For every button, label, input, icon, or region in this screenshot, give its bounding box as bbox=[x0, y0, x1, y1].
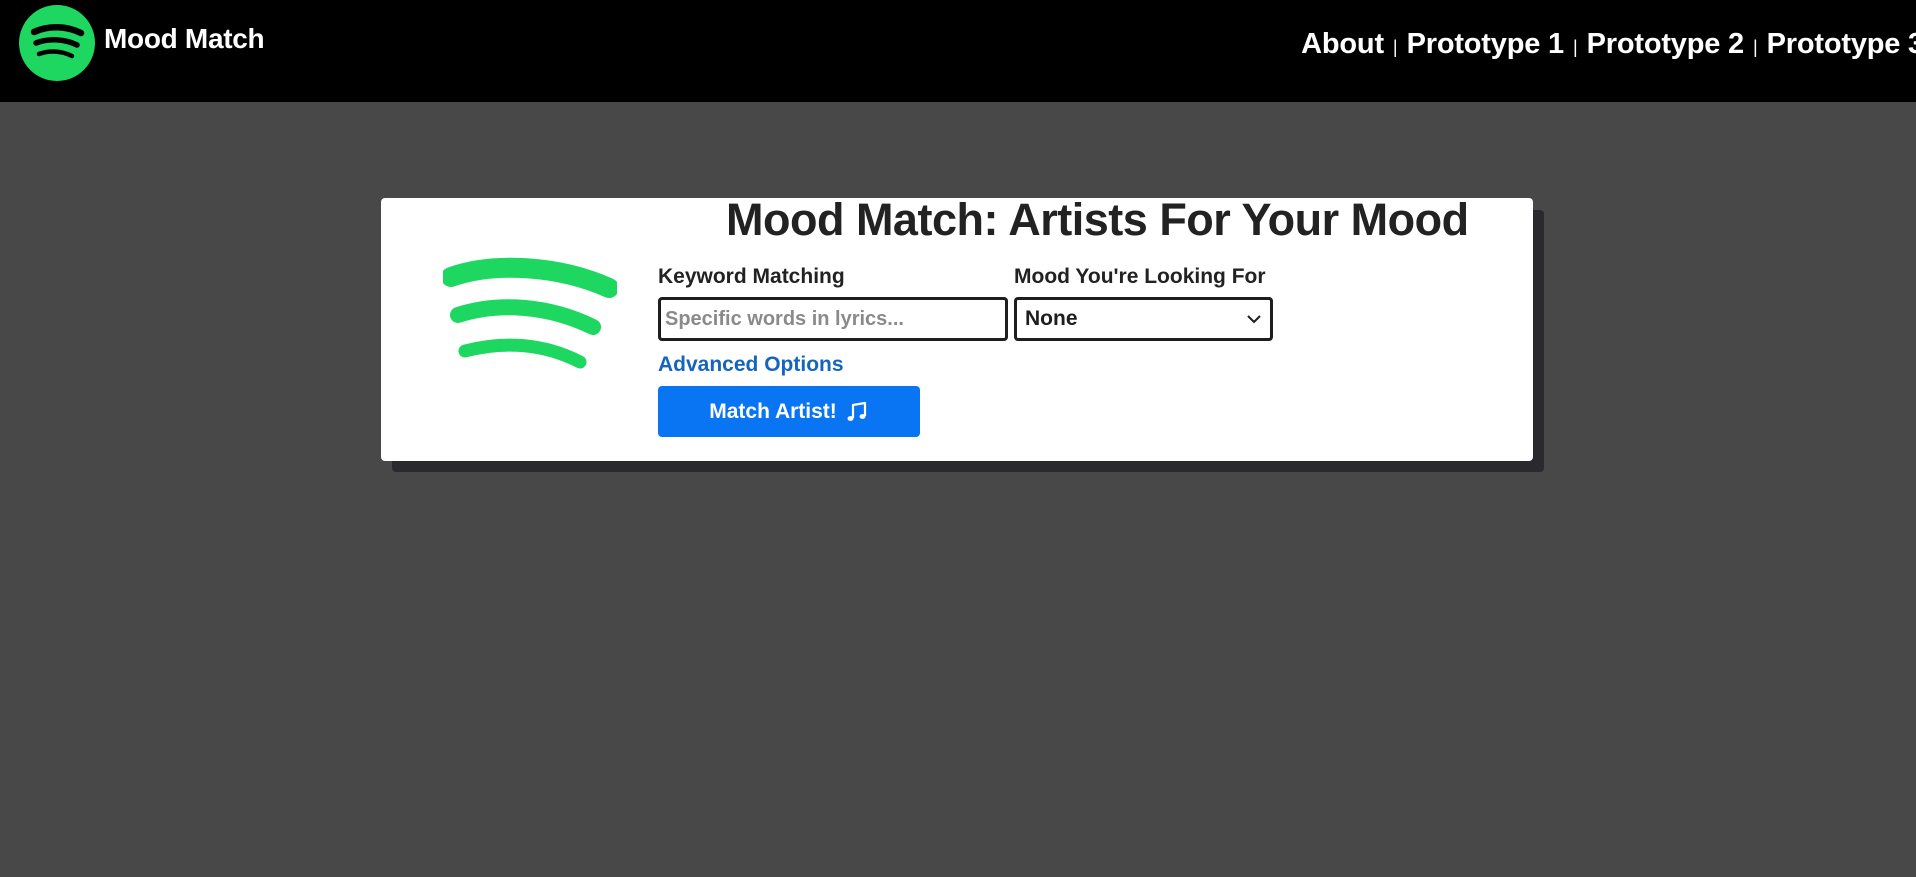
nav-links: About | Prototype 1 | Prototype 2 | Prot… bbox=[1301, 28, 1916, 61]
music-note-icon bbox=[847, 401, 866, 421]
nav-separator: | bbox=[1572, 37, 1578, 57]
nav-link-prototype-1[interactable]: Prototype 1 bbox=[1407, 28, 1565, 61]
top-navbar: Mood Match About | Prototype 1 | Prototy… bbox=[0, 0, 1916, 102]
mood-label: Mood You're Looking For bbox=[1014, 265, 1266, 288]
spotify-logo-icon[interactable] bbox=[19, 5, 95, 81]
match-artist-label: Match Artist! bbox=[709, 399, 837, 423]
nav-link-prototype-3[interactable]: Prototype 3 bbox=[1767, 28, 1916, 61]
keyword-label: Keyword Matching bbox=[658, 265, 845, 288]
nav-link-prototype-2[interactable]: Prototype 2 bbox=[1587, 28, 1745, 61]
brand[interactable]: Mood Match bbox=[19, 5, 265, 81]
nav-link-about[interactable]: About bbox=[1301, 28, 1384, 61]
nav-separator: | bbox=[1392, 37, 1398, 57]
nav-separator: | bbox=[1752, 37, 1758, 57]
mood-selected-value: None bbox=[1025, 307, 1078, 330]
match-artist-button[interactable]: Match Artist! bbox=[658, 386, 920, 437]
chevron-down-icon bbox=[1247, 315, 1261, 324]
brand-title[interactable]: Mood Match bbox=[104, 23, 265, 55]
page-title: Mood Match: Artists For Your Mood bbox=[726, 194, 1469, 245]
sound-waves-icon bbox=[443, 257, 617, 369]
mood-select[interactable]: None bbox=[1014, 297, 1273, 341]
keyword-input[interactable] bbox=[658, 297, 1008, 341]
advanced-options-link[interactable]: Advanced Options bbox=[658, 353, 844, 377]
